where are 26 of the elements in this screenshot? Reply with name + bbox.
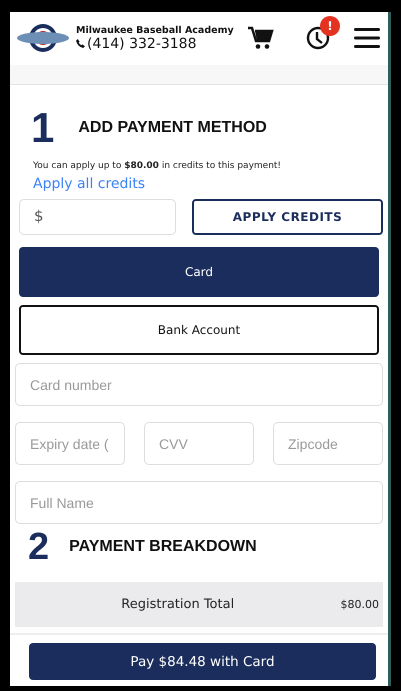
step-number: 2 xyxy=(28,528,50,566)
card-input-field[interactable]: Zipcode xyxy=(273,422,383,465)
card-input-field[interactable]: Card number xyxy=(15,363,383,406)
section-title: PAYMENT BREAKDOWN xyxy=(69,538,257,556)
breakdown-label: Registration Total xyxy=(120,597,236,612)
pay-button[interactable]: Pay $84.48 with Card xyxy=(29,643,376,680)
credit-amount-field[interactable]: $ xyxy=(19,199,176,235)
apply-credits-button[interactable]: APPLY CREDITS xyxy=(192,199,383,235)
card-input-field[interactable]: Full Name xyxy=(15,481,383,524)
cart-icon[interactable] xyxy=(248,26,274,50)
phone-number: (414) 332-3188 xyxy=(87,36,196,52)
logo-icon xyxy=(16,23,70,54)
phone-icon xyxy=(76,39,85,48)
notification-badge: ! xyxy=(320,16,340,36)
credit-note: You can apply up to $80.00 in credits to this payment! Apply all credits xyxy=(33,160,282,194)
breakdown-amount: $80.00 xyxy=(340,598,379,611)
card-input-field[interactable]: Expiry date ( xyxy=(15,422,125,465)
menu-icon[interactable] xyxy=(354,27,380,50)
payment-method-tab[interactable]: Card xyxy=(19,247,379,297)
payment-method-tab[interactable]: Bank Account xyxy=(19,305,379,355)
card-input-field[interactable]: CVV xyxy=(144,422,254,465)
section-title: ADD PAYMENT METHOD xyxy=(78,119,267,137)
clock-icon[interactable] xyxy=(306,26,330,50)
apply-all-credits-link[interactable]: Apply all credits xyxy=(33,176,146,192)
step-number: 1 xyxy=(31,107,54,149)
academy-name: Milwaukee Baseball Academy xyxy=(76,24,235,36)
